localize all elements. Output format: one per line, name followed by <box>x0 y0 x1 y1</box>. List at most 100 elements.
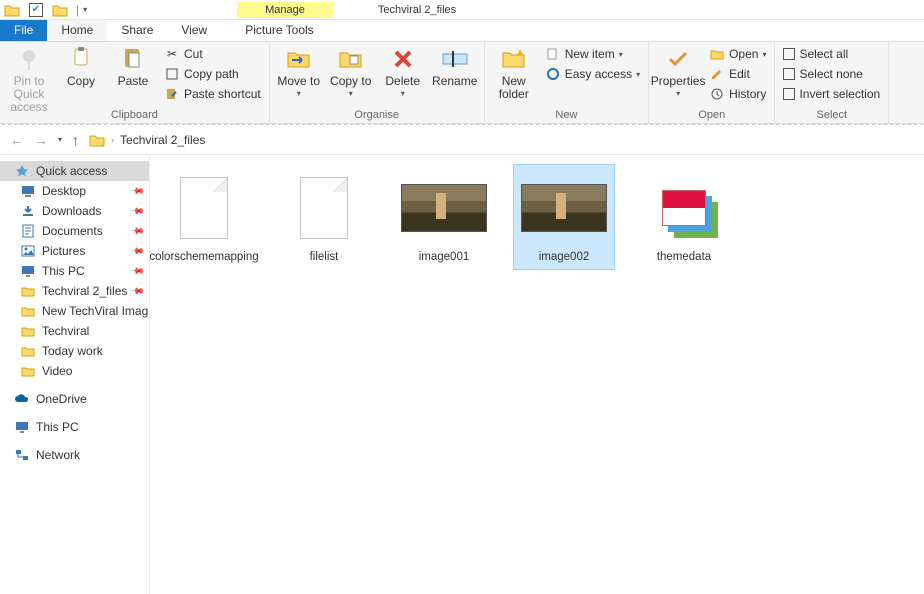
ribbon-tabs: File Home Share View Picture Tools <box>0 20 924 42</box>
file-pane[interactable]: colorschememapping filelist image001 image0… <box>150 155 924 594</box>
recent-locations-button[interactable]: ▾ <box>58 135 62 144</box>
qat-customize-icon[interactable]: ▾ <box>83 5 87 14</box>
properties-button[interactable]: Properties▾ <box>655 45 701 99</box>
file-item[interactable]: filelist <box>274 165 374 269</box>
move-to-button[interactable]: Move to▾ <box>276 45 322 99</box>
delete-button[interactable]: Delete ▾ <box>380 45 426 99</box>
sidebar-item[interactable]: This PC📌 <box>0 261 149 281</box>
group-clipboard-label: Clipboard <box>111 107 158 123</box>
history-label: History <box>729 87 766 101</box>
open-button[interactable]: Open ▾ <box>707 45 768 63</box>
sidebar-label: Network <box>36 448 80 462</box>
sidebar-item[interactable]: Downloads📌 <box>0 201 149 221</box>
delete-label: Delete <box>385 75 420 88</box>
invert-selection-button[interactable]: Invert selection <box>781 85 882 103</box>
sidebar-item-label: Today work <box>42 344 103 358</box>
thumbnail <box>521 169 607 247</box>
chevron-down-icon: ▾ <box>619 50 623 59</box>
sidebar-network[interactable]: Network <box>0 445 149 465</box>
tab-file[interactable]: File <box>0 20 47 41</box>
easy-access-button[interactable]: Easy access ▾ <box>543 65 642 83</box>
breadcrumb[interactable]: › Techviral 2_files <box>89 133 205 147</box>
qat-properties-icon[interactable]: ✔ <box>27 1 45 19</box>
qat-separator: | <box>76 3 79 17</box>
group-open: Properties▾ Open ▾ Edit History Open <box>649 42 775 123</box>
properties-label: Properties <box>651 75 706 88</box>
pin-icon: 📌 <box>130 283 146 299</box>
sidebar-item[interactable]: Techviral <box>0 321 149 341</box>
sidebar-item[interactable]: Video <box>0 361 149 381</box>
file-item[interactable]: image001 <box>394 165 494 269</box>
main-area: Quick access Desktop📌Downloads📌Documents… <box>0 155 924 594</box>
copy-to-label: Copy to <box>330 75 371 88</box>
sidebar-item[interactable]: Pictures📌 <box>0 241 149 261</box>
cut-label: Cut <box>184 47 203 61</box>
tab-picture-tools[interactable]: Picture Tools <box>231 20 327 41</box>
file-item[interactable]: image002 <box>514 165 614 269</box>
tab-share[interactable]: Share <box>107 20 167 41</box>
edit-button[interactable]: Edit <box>707 65 768 83</box>
themedata-icon <box>662 190 706 226</box>
chevron-right-icon: › <box>111 135 114 145</box>
sidebar-item-label: Documents <box>42 224 103 238</box>
paste-shortcut-button[interactable]: Paste shortcut <box>162 85 263 103</box>
file-name: image002 <box>539 251 590 265</box>
cut-button[interactable]: ✂Cut <box>162 45 263 63</box>
tab-view[interactable]: View <box>167 20 221 41</box>
copy-path-button[interactable]: Copy path <box>162 65 263 83</box>
pin-label: Pin to Quick access <box>6 75 52 115</box>
sidebar-item[interactable]: Techviral 2_files📌 <box>0 281 149 301</box>
new-item-button[interactable]: New item ▾ <box>543 45 642 63</box>
file-name: image001 <box>419 251 470 265</box>
sidebar-item[interactable]: Today work <box>0 341 149 361</box>
image-thumbnail <box>521 184 607 232</box>
sidebar-item-label: Techviral <box>42 324 89 338</box>
new-item-label: New item <box>565 47 615 61</box>
sidebar-item[interactable]: New TechViral Imag <box>0 301 149 321</box>
file-name: filelist <box>310 251 339 265</box>
file-item[interactable]: themedata <box>634 165 734 269</box>
copy-path-label: Copy path <box>184 67 239 81</box>
up-button[interactable]: ↑ <box>72 132 79 148</box>
rename-label: Rename <box>432 75 477 88</box>
new-folder-button[interactable]: New folder <box>491 45 537 101</box>
tab-home[interactable]: Home <box>47 20 107 41</box>
pin-to-quick-access-button[interactable]: Pin to Quick access <box>6 45 52 115</box>
context-tab-manage[interactable]: Manage <box>237 2 333 18</box>
thumbnail <box>161 169 247 247</box>
chevron-down-icon: ▾ <box>762 50 766 59</box>
checkbox-icon <box>783 88 795 100</box>
group-organise-label: Organise <box>354 107 399 123</box>
folder-icon <box>20 283 36 299</box>
history-icon <box>709 86 725 102</box>
paste-button[interactable]: Paste <box>110 45 156 88</box>
rename-button[interactable]: Rename <box>432 45 478 88</box>
sidebar-item[interactable]: Desktop📌 <box>0 181 149 201</box>
history-button[interactable]: History <box>707 85 768 103</box>
ribbon: Pin to Quick access Copy Paste ✂Cut Copy… <box>0 42 924 124</box>
copy-button[interactable]: Copy <box>58 45 104 88</box>
quick-access-toolbar: ✔ | ▾ Manage Techviral 2_files <box>0 0 924 20</box>
sidebar-this-pc[interactable]: This PC <box>0 417 149 437</box>
qat-newfolder-icon[interactable] <box>51 1 69 19</box>
chevron-down-icon: ▾ <box>401 90 405 99</box>
back-button[interactable]: ← <box>10 132 24 148</box>
copy-to-button[interactable]: Copy to▾ <box>328 45 374 99</box>
window-title: Techviral 2_files <box>378 4 456 16</box>
sidebar-quick-access[interactable]: Quick access <box>0 161 149 181</box>
sidebar-item[interactable]: Documents📌 <box>0 221 149 241</box>
copy-path-icon <box>164 66 180 82</box>
file-item[interactable]: colorschememapping <box>154 165 254 269</box>
forward-button[interactable]: → <box>34 132 48 148</box>
desktop-icon <box>20 183 36 199</box>
move-to-label: Move to <box>277 75 320 88</box>
paste-shortcut-label: Paste shortcut <box>184 87 261 101</box>
sidebar-onedrive[interactable]: OneDrive <box>0 389 149 409</box>
group-select-label: Select <box>817 107 848 123</box>
paste-icon <box>119 45 147 73</box>
sidebar-label: OneDrive <box>36 392 87 406</box>
copy-label: Copy <box>67 75 95 88</box>
select-none-button[interactable]: Select none <box>781 65 882 83</box>
breadcrumb-folder[interactable]: Techviral 2_files <box>120 133 205 147</box>
select-all-button[interactable]: Select all <box>781 45 882 63</box>
